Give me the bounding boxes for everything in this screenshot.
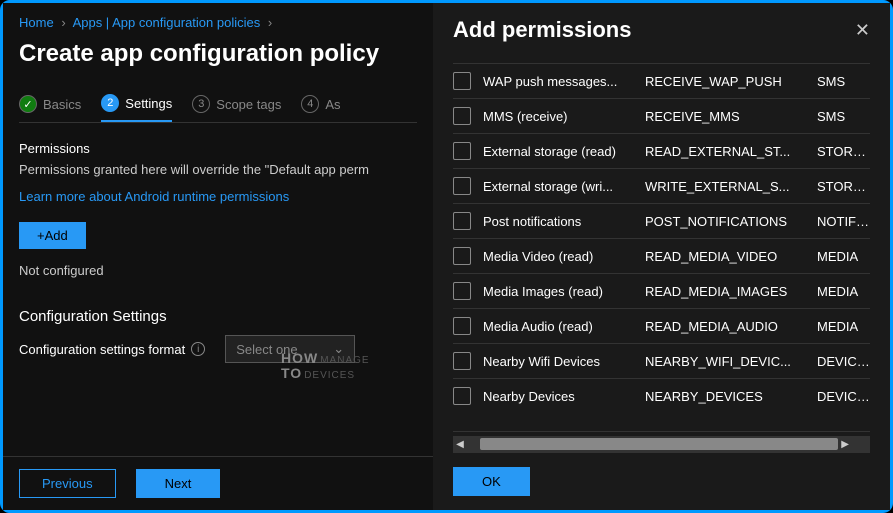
permission-code: RECEIVE_WAP_PUSH (645, 74, 805, 89)
permission-name: External storage (wri... (483, 179, 633, 194)
permission-name: Media Audio (read) (483, 319, 633, 334)
config-format-label: Configuration settings format (19, 342, 185, 357)
panel-title: Add permissions (453, 17, 631, 43)
permission-group: DEVICES (817, 389, 870, 404)
permission-name: Media Images (read) (483, 284, 633, 299)
breadcrumb-home[interactable]: Home (19, 15, 54, 30)
tab-settings[interactable]: 2 Settings (101, 94, 172, 122)
permissions-list: WAP push messages...RECEIVE_WAP_PUSHSMSM… (453, 63, 870, 432)
permission-name: Media Video (read) (483, 249, 633, 264)
permission-code: READ_EXTERNAL_ST... (645, 144, 805, 159)
checkbox[interactable] (453, 72, 471, 90)
watermark: HOWMANAGE TODEVICES (281, 351, 370, 381)
permission-group: NOTIFICATI (817, 214, 870, 229)
step-number-icon: 4 (301, 95, 319, 113)
permission-code: READ_MEDIA_IMAGES (645, 284, 805, 299)
checkbox[interactable] (453, 282, 471, 300)
permission-group: MEDIA (817, 249, 870, 264)
checkbox[interactable] (453, 387, 471, 405)
permission-group: STORAGE (817, 144, 870, 159)
previous-button[interactable]: Previous (19, 469, 116, 498)
not-configured-label: Not configured (19, 263, 417, 278)
tab-basics[interactable]: ✓ Basics (19, 94, 81, 122)
close-icon[interactable]: ✕ (855, 20, 870, 41)
permission-name: Nearby Devices (483, 389, 633, 404)
breadcrumb-apps[interactable]: Apps | App configuration policies (73, 15, 261, 30)
permission-row[interactable]: Media Audio (read) READ_MEDIA_AUDIO MEDIA (453, 308, 870, 343)
permission-row[interactable]: Nearby Devices NEARBY_DEVICES DEVICES (453, 378, 870, 413)
info-icon[interactable]: i (191, 342, 205, 356)
checkbox[interactable] (453, 177, 471, 195)
learn-more-link[interactable]: Learn more about Android runtime permiss… (19, 189, 417, 204)
permission-group: MEDIA (817, 319, 870, 334)
checkbox[interactable] (453, 317, 471, 335)
wizard-tabs: ✓ Basics 2 Settings 3 Scope tags 4 As (19, 94, 417, 123)
permission-row[interactable]: WAP push messages... RECEIVE_WAP_PUSH SMS (453, 63, 870, 98)
checkbox[interactable] (453, 352, 471, 370)
permission-code: READ_MEDIA_VIDEO (645, 249, 805, 264)
chevron-right-icon: › (61, 15, 65, 30)
page-title: Create app configuration policy (19, 40, 417, 68)
permission-row[interactable]: Post notifications POST_NOTIFICATIONS NOTI… (453, 203, 870, 238)
chevron-right-icon: › (268, 15, 272, 30)
permission-code: WRITE_EXTERNAL_S... (645, 179, 805, 194)
tab-label: As (325, 97, 340, 112)
permission-row[interactable]: Media Video (read) READ_MEDIA_VIDEO MEDIA (453, 238, 870, 273)
tab-label: Basics (43, 97, 81, 112)
permissions-heading: Permissions (19, 141, 417, 156)
permission-code: NEARBY_WIFI_DEVIC... (645, 354, 805, 369)
tab-scope-tags[interactable]: 3 Scope tags (192, 94, 281, 122)
horizontal-scrollbar[interactable]: ◀ ▶ (453, 436, 870, 452)
checkbox[interactable] (453, 212, 471, 230)
permission-name: Post notifications (483, 214, 633, 229)
tab-label: Settings (125, 96, 172, 111)
checkbox[interactable] (453, 107, 471, 125)
tab-label: Scope tags (216, 97, 281, 112)
permission-row[interactable]: MMS (receive) RECEIVE_MMS SMS (453, 98, 870, 133)
permission-row[interactable]: Nearby Wifi Devices NEARBY_WIFI_DEVIC... D… (453, 343, 870, 378)
checkbox[interactable] (453, 142, 471, 160)
permission-row[interactable]: External storage (read) READ_EXTERNAL_ST.… (453, 133, 870, 168)
permission-group: SMS (817, 109, 870, 124)
check-icon: ✓ (19, 95, 37, 113)
permission-name: MMS (receive) (483, 109, 633, 124)
add-permissions-panel: Add permissions ✕ WAP push messages... RE… (433, 3, 890, 510)
scroll-left-icon[interactable]: ◀ (453, 439, 467, 450)
permission-name: WAP push messages... (483, 74, 633, 89)
permission-group: SMS (817, 74, 870, 89)
permission-row[interactable]: Media Images (read) READ_MEDIA_IMAGES MEDI… (453, 273, 870, 308)
config-settings-heading: Configuration Settings (19, 308, 417, 325)
permission-name: Nearby Wifi Devices (483, 354, 633, 369)
next-button[interactable]: Next (136, 469, 221, 498)
permissions-helper: Permissions granted here will override t… (19, 162, 417, 177)
permission-name: External storage (read) (483, 144, 633, 159)
permission-group: DEVICES (817, 354, 870, 369)
scroll-right-icon[interactable]: ▶ (838, 439, 852, 450)
step-number-icon: 2 (101, 94, 119, 112)
permission-code: POST_NOTIFICATIONS (645, 214, 805, 229)
breadcrumb[interactable]: Home › Apps | App configuration policies… (19, 15, 417, 30)
ok-button[interactable]: OK (453, 467, 530, 496)
permission-code: READ_MEDIA_AUDIO (645, 319, 805, 334)
scroll-thumb[interactable] (480, 438, 839, 450)
permission-code: RECEIVE_MMS (645, 109, 805, 124)
permission-group: STORAGE (817, 179, 870, 194)
permission-code: NEARBY_DEVICES (645, 389, 805, 404)
step-number-icon: 3 (192, 95, 210, 113)
add-permission-button[interactable]: +Add (19, 222, 86, 249)
checkbox[interactable] (453, 247, 471, 265)
tab-assignments[interactable]: 4 As (301, 94, 340, 122)
permission-group: MEDIA (817, 284, 870, 299)
permission-row[interactable]: External storage (wri... WRITE_EXTERNAL_S… (453, 168, 870, 203)
